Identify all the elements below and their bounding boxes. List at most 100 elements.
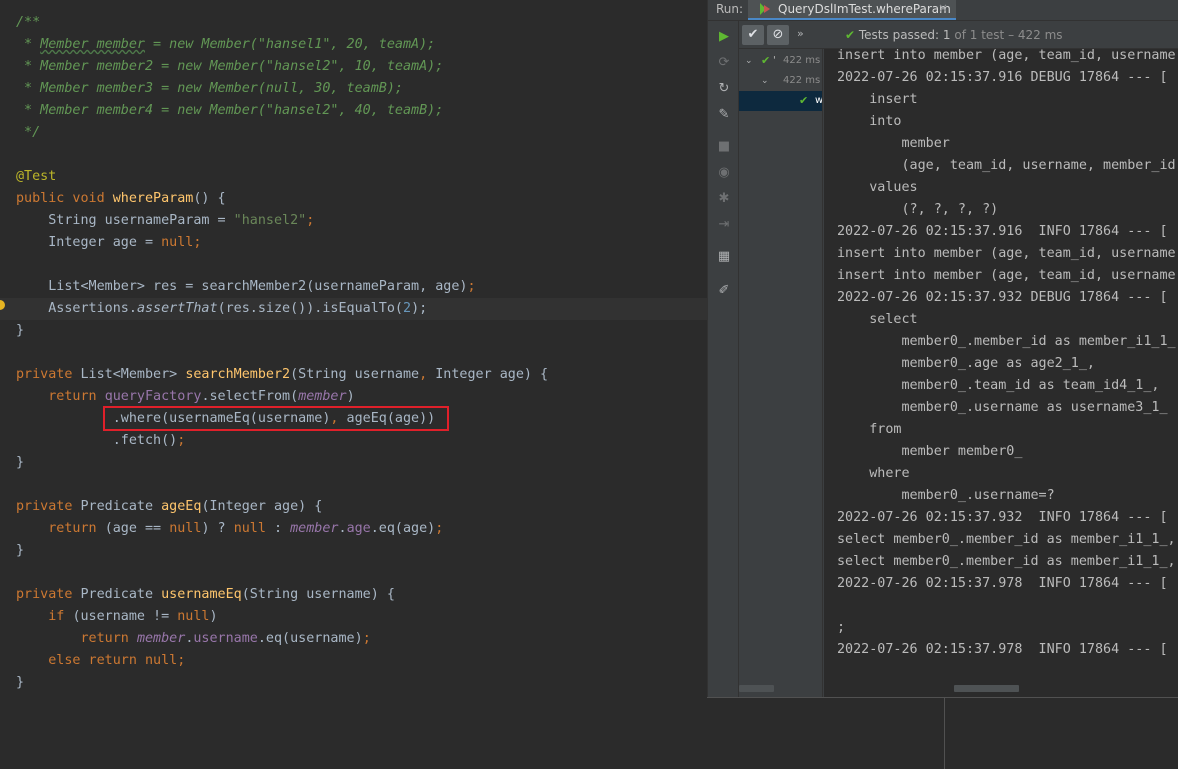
code-editor[interactable]: /** * Member member = new Member("hansel…	[0, 0, 707, 769]
layout-icon[interactable]: ▦	[716, 249, 732, 265]
console-line: (?, ?, ?, ?)	[837, 202, 999, 217]
code-token: * Member member4 = new Member("hansel2",…	[16, 103, 444, 118]
code-token: (res.size()).isEqualTo(	[217, 301, 403, 316]
tree-label: '	[773, 55, 776, 66]
code-token: null	[161, 235, 194, 250]
code-token: .eq(username)	[257, 631, 363, 646]
console-line: member0_.username=?	[837, 488, 1055, 503]
code-line: * Member member4 = new Member("hansel2",…	[16, 100, 443, 122]
code-line: }	[16, 540, 24, 562]
code-line: public void whereParam() {	[16, 188, 226, 210]
code-line: }	[16, 452, 24, 474]
tree-row-selected[interactable]: ✔ w	[739, 91, 822, 111]
code-token: List<Member>	[80, 367, 186, 382]
code-token: .eq(age)	[370, 521, 436, 536]
console-line: from	[837, 422, 902, 437]
code-token: "hansel2"	[233, 213, 307, 228]
code-token: usernameEq	[161, 587, 242, 602]
show-passed-icon[interactable]: ✔	[742, 25, 764, 45]
code-token: private	[16, 367, 81, 382]
code-line: }	[16, 672, 24, 694]
code-token: );	[411, 301, 428, 316]
tree-scrollbar[interactable]	[739, 685, 774, 692]
run-config-tab[interactable]: QueryDslImTest.whereParam ×	[748, 0, 956, 20]
code-token: * Member member3 = new Member(null, 30, …	[16, 81, 403, 96]
code-line: Integer age = null;	[16, 232, 201, 254]
code-token: member	[290, 521, 339, 536]
settings-wrench-icon[interactable]: ✎	[716, 107, 732, 123]
tree-row[interactable]: ⌄ 422 ms	[739, 71, 822, 91]
code-token: return	[16, 631, 137, 646]
console-line: (age, team_id, username, member_id)	[837, 158, 1178, 173]
code-token: ;	[362, 631, 371, 646]
code-token: member	[136, 631, 186, 646]
run-left-toolbar: ▶ ⟳ ↻ ✎ ■ ◉ ✱ ⇥ ▦ ✐	[708, 21, 739, 697]
code-line: @Test	[16, 166, 56, 188]
code-token: member	[298, 389, 347, 404]
console-scrollbar[interactable]	[954, 685, 1019, 692]
console-output[interactable]: insert into member (age, team_id, userna…	[824, 49, 1178, 697]
code-line: */	[16, 122, 40, 144]
code-line: * Member member3 = new Member(null, 30, …	[16, 78, 403, 100]
stop-icon[interactable]: ■	[716, 139, 732, 155]
check-icon: ✔	[845, 28, 859, 42]
code-line: /**	[16, 12, 40, 34]
console-line: 2022-07-26 02:15:37.916 INFO 17864 --- [	[837, 224, 1168, 239]
code-token: )	[209, 609, 218, 624]
code-token: Assertions.	[16, 301, 137, 316]
console-line: 2022-07-26 02:15:37.978 INFO 17864 --- [	[837, 576, 1168, 591]
tree-row[interactable]: ⌄ ✔ ' 422 ms	[739, 51, 822, 71]
code-token: :	[265, 521, 291, 536]
code-token: Predicate	[80, 499, 162, 514]
red-annotation-box	[103, 406, 449, 431]
console-line: where	[837, 466, 910, 481]
code-token: (String username	[290, 367, 420, 382]
code-token: )	[346, 389, 355, 404]
chevron-down-icon[interactable]: ⌄	[745, 51, 753, 71]
console-line: select member0_.member_id as member_i1_1…	[837, 532, 1176, 547]
code-token: * Member member2 = new Member("hansel2",…	[16, 59, 444, 74]
code-line: private Predicate ageEq(Integer age) {	[16, 496, 322, 518]
code-token: ;	[467, 279, 476, 294]
code-token: return	[16, 521, 105, 536]
code-token: () {	[193, 191, 226, 206]
code-token: ;	[306, 213, 315, 228]
code-line: private Predicate usernameEq(String user…	[16, 584, 395, 606]
code-token: String usernameParam =	[16, 213, 234, 228]
code-token: ;	[193, 235, 202, 250]
code-token: List<Member> res = searchMember2(usernam…	[16, 279, 468, 294]
exit-icon[interactable]: ⇥	[716, 217, 732, 233]
code-token: *	[16, 37, 41, 52]
rerun-icon[interactable]: ▶	[716, 29, 732, 45]
rerun-failed-icon[interactable]: ⟳	[716, 55, 732, 71]
console-line: member	[837, 136, 950, 151]
close-tab-icon[interactable]: ×	[938, 1, 948, 15]
run-label: Run:	[716, 2, 744, 16]
check-icon: ✔	[761, 54, 771, 67]
console-line: insert into member (age, team_id, userna…	[837, 49, 1178, 63]
code-line: Assertions.assertThat(res.size()).isEqua…	[16, 298, 427, 320]
debug-icon[interactable]: ✱	[716, 191, 732, 207]
tests-passed-status: ✔ Tests passed: 1 of 1 test – 422 ms	[845, 28, 1063, 42]
code-token: private	[16, 499, 81, 514]
chevron-down-icon[interactable]: ⌄	[761, 71, 769, 91]
console-line: 2022-07-26 02:15:37.978 INFO 17864 --- [	[837, 642, 1168, 657]
code-token: assertThat	[136, 301, 218, 316]
console-line: values	[837, 180, 918, 195]
console-line: 2022-07-26 02:15:37.932 DEBUG 17864 --- …	[837, 290, 1168, 305]
test-tree: ⌄ ✔ ' 422 ms ⌄ 422 ms ✔ w	[739, 49, 823, 697]
code-token: @Test	[16, 169, 57, 184]
tests-passed-summary: of 1 test – 422 ms	[954, 28, 1063, 42]
tree-duration: 422 ms	[783, 75, 821, 86]
show-ignored-icon[interactable]: ⊘	[767, 25, 789, 45]
code-line: * Member member2 = new Member("hansel2",…	[16, 56, 443, 78]
more-icon[interactable]: »	[797, 27, 804, 40]
toggle-auto-test-icon[interactable]: ↻	[716, 81, 732, 97]
code-token: whereParam	[112, 191, 194, 206]
code-token: 2	[403, 301, 412, 316]
camera-icon[interactable]: ◉	[716, 165, 732, 181]
code-token: queryFactory	[104, 389, 202, 404]
pin-icon[interactable]: ✐	[716, 283, 732, 299]
code-token: = new Member("hansel1", 20, teamA);	[145, 37, 436, 52]
code-token: Member member	[40, 37, 145, 52]
